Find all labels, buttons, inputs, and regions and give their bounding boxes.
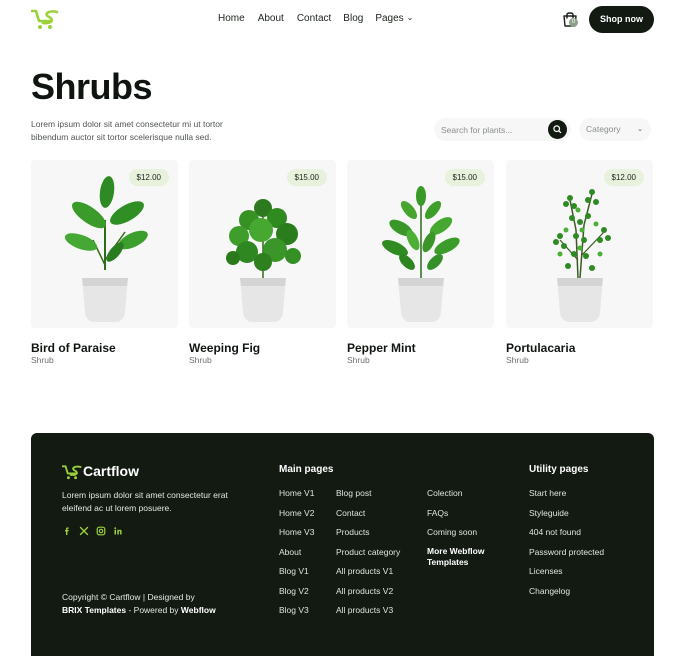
category-select[interactable]: Category ⌄ [579, 118, 651, 141]
footer-link[interactable]: Password protected [529, 547, 604, 558]
footer-link[interactable]: 404 not found [529, 527, 581, 538]
nav-pages-label: Pages [375, 13, 404, 24]
plant-image [382, 186, 460, 322]
footer-link[interactable]: Products [336, 527, 370, 538]
footer-link[interactable]: FAQs [427, 508, 448, 519]
x-icon[interactable] [79, 526, 89, 536]
footer-link[interactable]: Product category [336, 547, 400, 558]
copyright-text: Copyright © Cartflow | Designed by [62, 592, 195, 602]
product-card-image[interactable]: $12.00 [506, 160, 653, 328]
footer-link[interactable]: About [279, 547, 301, 558]
footer-link[interactable]: Blog V1 [279, 566, 309, 577]
price-badge: $12.00 [128, 169, 169, 186]
footer-link[interactable]: Start here [529, 488, 566, 499]
nav-pages-dropdown[interactable]: Pages ⌄ [375, 13, 413, 24]
footer-link[interactable]: Home V1 [279, 488, 314, 499]
product-name[interactable]: Portulacaria [506, 341, 575, 355]
linkedin-icon[interactable] [113, 526, 123, 536]
shop-now-button[interactable]: Shop now [589, 6, 654, 33]
nav-about[interactable]: About [258, 13, 284, 24]
brix-templates-link[interactable]: BRIX Templates [62, 605, 126, 615]
footer-link[interactable]: Blog V3 [279, 605, 309, 616]
site-footer: Cartflow Lorem ipsum dolor sit amet cons… [31, 433, 654, 656]
nav-blog[interactable]: Blog [343, 13, 363, 24]
main-pages-heading: Main pages [279, 464, 334, 475]
footer-link[interactable]: All products V2 [336, 586, 393, 597]
footer-link[interactable]: Licenses [529, 566, 563, 577]
price-badge: $15.00 [286, 169, 327, 186]
cartflow-logo-icon[interactable] [31, 8, 59, 30]
footer-link[interactable]: Colection [427, 488, 462, 499]
footer-link[interactable]: Blog post [336, 488, 371, 499]
webflow-link[interactable]: Webflow [181, 605, 216, 615]
product-card-image[interactable]: $12.00 [31, 160, 178, 328]
footer-description: Lorem ipsum dolor sit amet consectetur e… [62, 490, 228, 513]
search-input[interactable] [441, 118, 541, 141]
instagram-icon[interactable] [96, 526, 106, 536]
footer-link[interactable]: Home V2 [279, 508, 314, 519]
cartflow-logo-icon[interactable] [62, 464, 82, 480]
search-icon [553, 125, 562, 134]
footer-link[interactable]: Coming soon [427, 527, 477, 538]
more-webflow-templates-link[interactable]: More Webflow Templates [427, 546, 497, 568]
search-bar [434, 118, 571, 141]
chevron-down-icon: ⌄ [406, 13, 414, 22]
product-name[interactable]: Weeping Fig [189, 341, 260, 355]
utility-pages-heading: Utility pages [529, 464, 589, 475]
plant-image [64, 176, 148, 322]
chevron-down-icon: ⌄ [637, 126, 643, 133]
nav-home[interactable]: Home [218, 13, 245, 24]
price-badge: $15.00 [444, 169, 485, 186]
footer-brand[interactable]: Cartflow [83, 463, 139, 479]
product-name[interactable]: Pepper Mint [347, 341, 416, 355]
powered-by-text: - Powered by [126, 605, 181, 615]
product-category: Shrub [31, 355, 54, 365]
footer-link[interactable]: Changelog [529, 586, 570, 597]
footer-link[interactable]: Contact [336, 508, 365, 519]
category-label: Category [586, 124, 621, 134]
plant-image [226, 199, 301, 322]
footer-link[interactable]: All products V3 [336, 605, 393, 616]
footer-link[interactable]: Styleguide [529, 508, 569, 519]
site-header: Home About Contact Blog Pages ⌄ 0 Shop no… [0, 0, 684, 40]
search-button[interactable] [548, 120, 567, 139]
product-category: Shrub [189, 355, 212, 365]
footer-link[interactable]: Home V3 [279, 527, 314, 538]
price-badge: $12.00 [603, 169, 644, 186]
footer-link[interactable]: Blog V2 [279, 586, 309, 597]
plant-image [553, 189, 611, 322]
product-category: Shrub [347, 355, 370, 365]
product-name[interactable]: Bird of Paraise [31, 341, 116, 355]
nav-contact[interactable]: Contact [297, 13, 331, 24]
page-description: Lorem ipsum dolor sit amet consectetur m… [31, 119, 223, 142]
page-title: Shrubs [31, 66, 153, 107]
footer-copyright: Copyright © Cartflow | Designed by BRIX … [62, 591, 242, 617]
facebook-icon[interactable] [62, 526, 72, 536]
cart-count-badge: 0 [569, 18, 578, 27]
product-card-image[interactable]: $15.00 [189, 160, 336, 328]
footer-link[interactable]: All products V1 [336, 566, 393, 577]
product-card-image[interactable]: $15.00 [347, 160, 494, 328]
product-category: Shrub [506, 355, 529, 365]
main-nav: Home About Contact Blog Pages ⌄ [218, 13, 413, 24]
